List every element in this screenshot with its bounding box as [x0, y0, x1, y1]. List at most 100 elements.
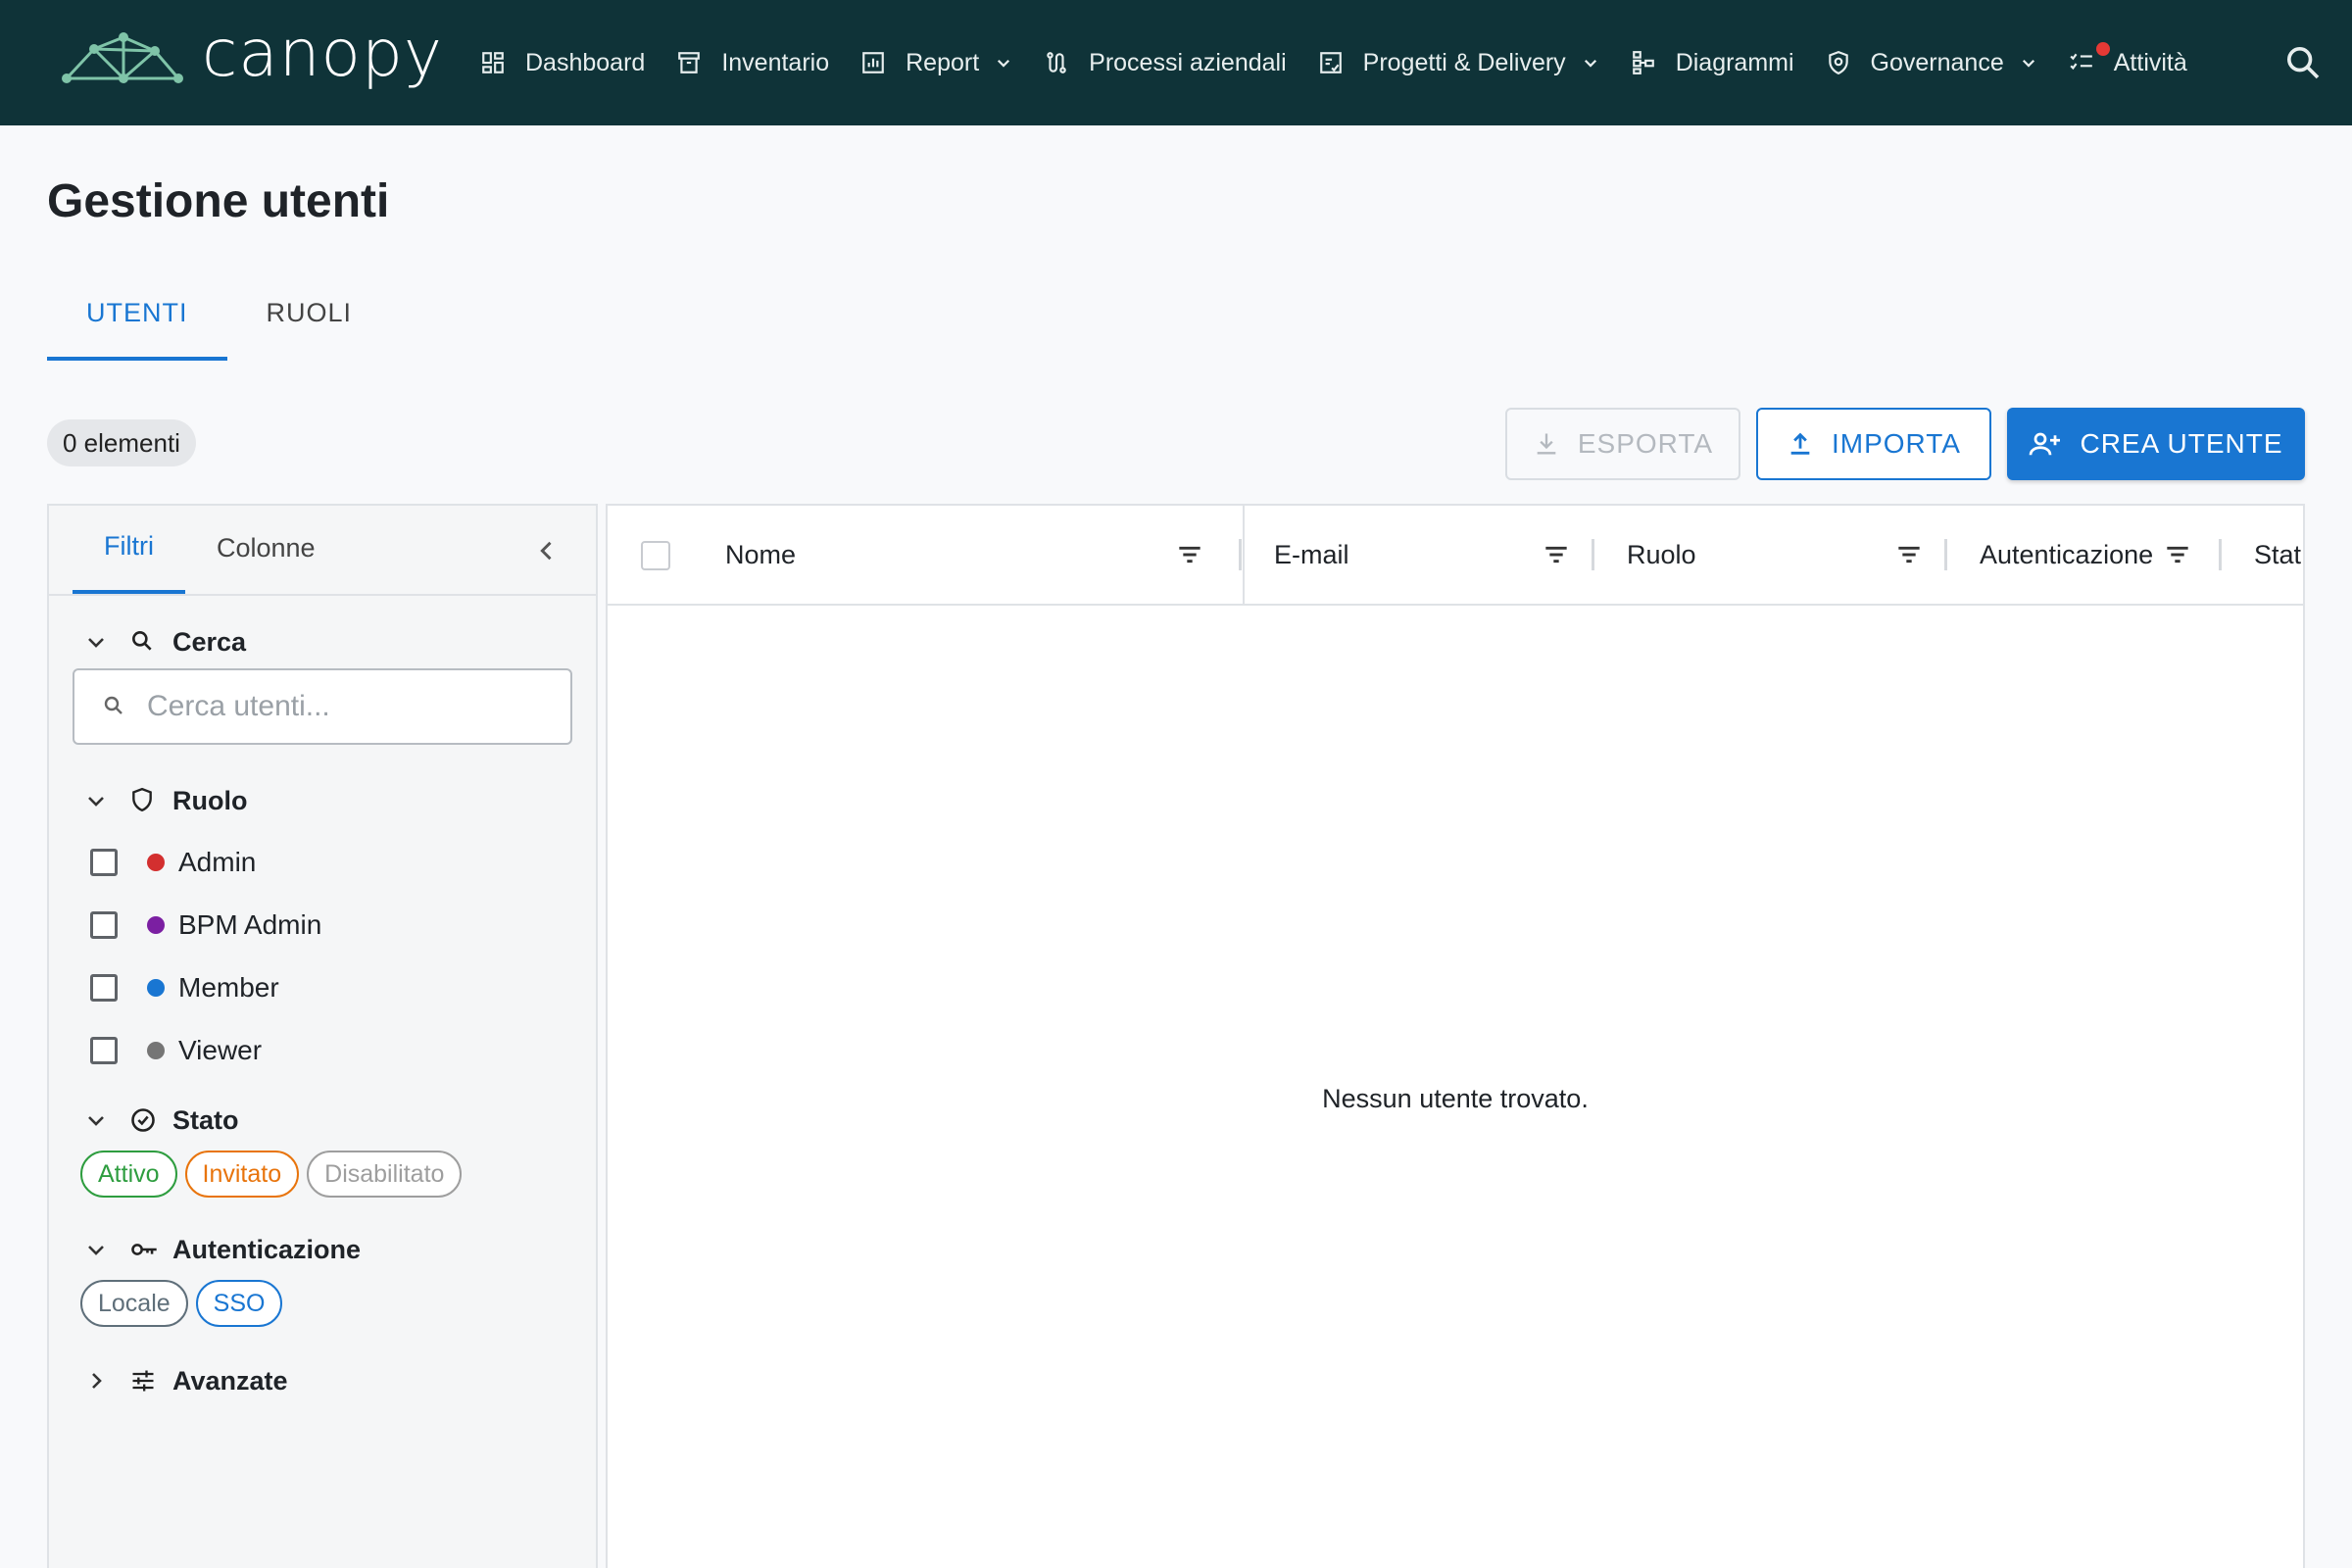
tune-icon [129, 1367, 159, 1396]
filter-icon[interactable] [1174, 539, 1205, 570]
chevron-down-icon [84, 630, 110, 656]
section-status-header[interactable]: Stato [84, 1105, 239, 1136]
section-title: Stato [172, 1105, 239, 1135]
search-icon [129, 628, 159, 658]
column-header-stato[interactable]: Stat [2254, 506, 2303, 604]
nav-item-report[interactable]: Report [858, 48, 1012, 77]
tab-filtri[interactable]: Filtri [73, 519, 185, 594]
item-count-badge: 0 elementi [47, 419, 196, 466]
nav-label: Dashboard [525, 48, 646, 76]
panel-tabs: Filtri Colonne [49, 506, 596, 596]
select-all-checkbox[interactable] [641, 541, 670, 570]
section-auth-header[interactable]: Autenticazione [84, 1235, 361, 1265]
download-icon [1533, 430, 1560, 458]
column-label: Ruolo [1627, 539, 1696, 569]
nav-item-inventario[interactable]: Inventario [674, 48, 829, 77]
main-nav: Dashboard Inventario Report Processi azi… [478, 0, 2217, 125]
column-header-email[interactable]: E-mail [1274, 506, 1607, 604]
diagram-icon [1629, 48, 1658, 77]
nav-label: Progetti & Delivery [1362, 48, 1566, 76]
tab-colonne[interactable]: Colonne [185, 519, 347, 594]
search-field[interactable] [73, 668, 572, 745]
tab-utenti[interactable]: UTENTI [47, 284, 227, 361]
import-label: IMPORTA [1832, 428, 1961, 459]
section-title: Cerca [172, 627, 247, 657]
export-button[interactable]: ESPORTA [1505, 408, 1740, 480]
nav-item-progetti[interactable]: Progetti & Delivery [1316, 48, 1599, 77]
column-header-ruolo[interactable]: Ruolo [1627, 506, 1960, 604]
bar-chart-icon [858, 48, 888, 77]
column-separator[interactable] [2219, 539, 2222, 570]
import-button[interactable]: IMPORTA [1756, 408, 1991, 480]
nav-item-attivita[interactable]: Attività [2067, 42, 2187, 77]
checkbox[interactable] [90, 974, 118, 1002]
empty-state-message: Nessun utente trovato. [1322, 1084, 1589, 1113]
canopy-logo[interactable]: canopy [59, 16, 443, 91]
users-table: Nome E-mail Ruolo Autenticazione Stat Ne… [606, 504, 2305, 1568]
status-chip-disabilitato[interactable]: Disabilitato [307, 1151, 463, 1198]
search-input[interactable] [147, 690, 559, 723]
role-label: Admin [178, 847, 257, 877]
search-icon[interactable] [2283, 43, 2323, 82]
filter-icon[interactable] [1541, 539, 1572, 570]
role-color-dot [147, 979, 165, 997]
filter-icon[interactable] [1893, 539, 1925, 570]
checkbox[interactable] [90, 849, 118, 876]
status-chips: Attivo Invitato Disabilitato [80, 1151, 463, 1198]
column-header-autenticazione[interactable]: Autenticazione [1980, 506, 2234, 604]
chevron-down-icon [84, 1238, 110, 1263]
tab-ruoli[interactable]: RUOLI [227, 284, 392, 361]
column-separator[interactable] [1944, 539, 1947, 570]
nav-label: Report [906, 48, 980, 76]
column-header-nome[interactable]: Nome [725, 506, 1235, 604]
section-title: Avanzate [172, 1366, 288, 1396]
chevron-down-icon [2020, 54, 2037, 72]
nav-label: Attività [2113, 48, 2187, 76]
role-option-admin[interactable]: Admin [90, 847, 256, 878]
section-title: Autenticazione [172, 1235, 362, 1264]
nav-item-diagrammi[interactable]: Diagrammi [1629, 48, 1794, 77]
auth-chip-sso[interactable]: SSO [195, 1280, 283, 1327]
nav-label: Inventario [721, 48, 830, 76]
auth-chip-locale[interactable]: Locale [80, 1280, 188, 1327]
column-label: Autenticazione [1980, 539, 2154, 569]
column-separator[interactable] [1239, 539, 1242, 570]
chevron-down-icon [995, 54, 1012, 72]
project-icon [1316, 48, 1346, 77]
upload-icon [1787, 430, 1814, 458]
status-chip-invitato[interactable]: Invitato [184, 1151, 300, 1198]
pinned-column-border [1243, 506, 1245, 604]
page-tabs: UTENTI RUOLI [47, 284, 391, 361]
top-navigation-bar: canopy Dashboard Inventario Report Proce… [0, 0, 2352, 125]
filter-icon[interactable] [2162, 539, 2193, 570]
role-label: BPM Admin [178, 909, 322, 940]
nav-item-processi[interactable]: Processi aziendali [1042, 48, 1287, 77]
section-role-header[interactable]: Ruolo [84, 786, 247, 816]
create-user-button[interactable]: CREA UTENTE [2007, 408, 2305, 480]
role-option-viewer[interactable]: Viewer [90, 1035, 262, 1066]
chevron-down-icon [84, 1108, 110, 1134]
page-title: Gestione utenti [47, 175, 390, 227]
shield-icon [1824, 48, 1853, 77]
add-user-icon [2029, 429, 2062, 459]
role-option-member[interactable]: Member [90, 972, 279, 1004]
section-advanced-header[interactable]: Avanzate [84, 1366, 288, 1396]
chevron-down-icon [1582, 54, 1599, 72]
create-user-label: CREA UTENTE [2080, 428, 2283, 459]
role-color-dot [147, 854, 165, 871]
collapse-panel-icon[interactable] [533, 537, 561, 564]
process-icon [1042, 48, 1071, 77]
checkbox[interactable] [90, 1037, 118, 1064]
nav-item-dashboard[interactable]: Dashboard [478, 48, 645, 77]
status-chip-attivo[interactable]: Attivo [80, 1151, 177, 1198]
column-separator[interactable] [1592, 539, 1594, 570]
role-color-dot [147, 1042, 165, 1059]
column-label: Stat [2254, 539, 2302, 569]
role-option-bpm-admin[interactable]: BPM Admin [90, 909, 321, 941]
check-circle-icon [129, 1106, 159, 1136]
canopy-logo-mark-icon [62, 31, 183, 83]
section-search-header[interactable]: Cerca [84, 627, 246, 658]
nav-item-governance[interactable]: Governance [1824, 48, 2037, 77]
checkbox[interactable] [90, 911, 118, 939]
filter-panel: Filtri Colonne Cerca Ruolo Admin BPM Adm… [47, 504, 598, 1568]
